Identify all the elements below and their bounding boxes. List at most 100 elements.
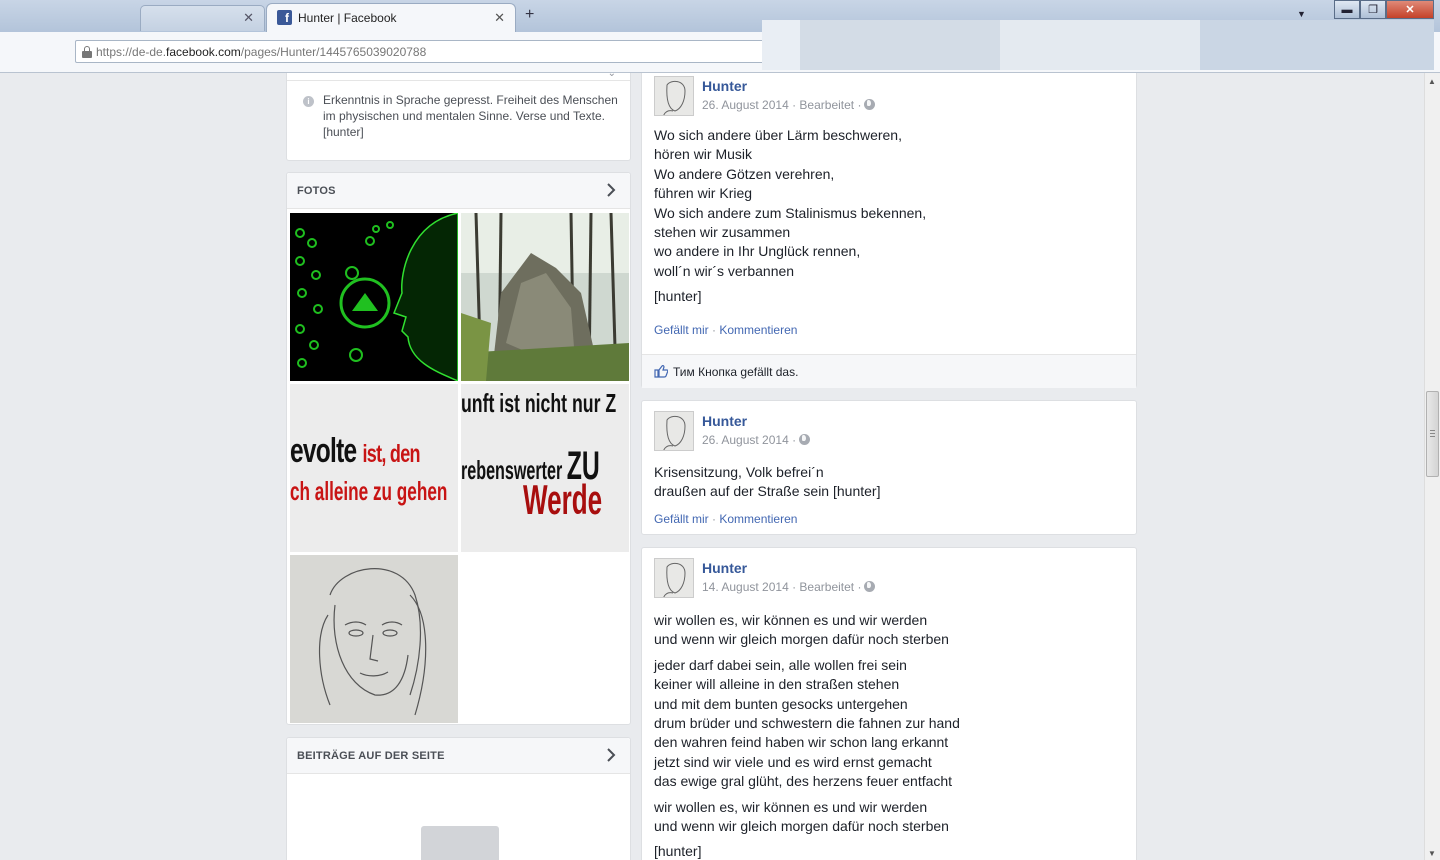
post-line: jetzt sind wir viele und es wird ernst g…: [654, 753, 932, 770]
url-path: /pages/Hunter/1445765039020788: [240, 45, 427, 59]
likes-bar: Тим Кнопка gefällt das.: [642, 354, 1136, 388]
facebook-favicon-icon: f: [277, 10, 292, 25]
post-line: den wahren feind haben wir schon lang er…: [654, 734, 949, 751]
page-posts-header[interactable]: BEITRÄGE AUF DER SEITE: [287, 738, 630, 774]
photo-thumbnail-revolte[interactable]: evolte ist, den ch alleine zu gehen: [290, 384, 458, 552]
redacted-region: [762, 20, 1434, 70]
maximize-button[interactable]: ❐: [1360, 0, 1386, 19]
post-line: das ewige gral glüht, des herzens feuer …: [654, 773, 953, 790]
window-controls: ▬ ❐ ✕: [1334, 0, 1435, 20]
photo-thumbnail-green-face[interactable]: [290, 213, 458, 381]
scroll-down-icon[interactable]: ▼: [1428, 849, 1436, 858]
chevron-down-icon[interactable]: ⌄: [608, 73, 616, 79]
timeline-post: Hunter 26. August 2014 · Krisensitzung, …: [641, 400, 1137, 535]
avatar[interactable]: [654, 558, 694, 598]
url-text: https://de-de.facebook.com/pages/Hunter/…: [96, 45, 426, 59]
rock-forest-image: [461, 213, 629, 381]
post-paragraph: [hunter]: [654, 842, 960, 860]
post-date[interactable]: 26. August 2014: [702, 98, 789, 112]
photos-header-label: FOTOS: [297, 185, 336, 197]
page-posts-card: BEITRÄGE AUF DER SEITE: [286, 737, 631, 860]
tab-list-dropdown-icon[interactable]: ▼: [1297, 9, 1306, 19]
post-author[interactable]: Hunter: [702, 560, 747, 576]
new-tab-button[interactable]: +: [525, 6, 534, 24]
url-domain: facebook.com: [166, 45, 241, 59]
pencil-portrait-image: [290, 555, 458, 723]
comment-link[interactable]: Kommentieren: [719, 512, 797, 526]
photo-text: evolte: [290, 432, 357, 470]
photo-thumbnail-vernunft[interactable]: unft ist nicht nur Z rebenswerter ZU Wer…: [461, 384, 629, 552]
avatar[interactable]: [654, 76, 694, 116]
page-scrollbar[interactable]: ▲ ▼: [1424, 73, 1440, 860]
post-paragraph: Krisensitzung, Volk befrei´n draußen auf…: [654, 463, 880, 502]
green-face-image: [290, 213, 458, 381]
tab-close-icon[interactable]: ✕: [494, 10, 505, 26]
timeline-post: Hunter 14. August 2014 · Bearbeitet · wi…: [641, 547, 1137, 860]
photo-thumbnail-rock-forest[interactable]: [461, 213, 629, 381]
like-link[interactable]: Gefällt mir: [654, 323, 709, 337]
post-line: wir wollen es, wir können es und wir wer…: [654, 612, 928, 628]
post-edited: ·: [792, 433, 797, 447]
post-line: Krisensitzung, Volk befrei´n: [654, 464, 824, 480]
post-paragraph: wir wollen es, wir können es und wir wer…: [654, 798, 960, 837]
post-line: führen wir Krieg: [654, 185, 753, 202]
post-body: Krisensitzung, Volk befrei´n draußen auf…: [654, 463, 880, 508]
post-meta: 26. August 2014 · Bearbeitet ·: [702, 98, 876, 112]
post-actions: Gefällt mir · Kommentieren: [654, 512, 797, 526]
about-card: ⌄ i Erkenntnis in Sprache gepresst. Frei…: [286, 73, 631, 161]
separator: ·: [712, 323, 717, 337]
post-paragraph: [hunter]: [654, 287, 926, 306]
browser-tab-inactive[interactable]: ✕: [140, 5, 265, 31]
quote-placeholder-icon: [421, 826, 499, 860]
globe-icon: [799, 434, 811, 445]
timeline-post: Hunter 26. August 2014 · Bearbeitet · Wo…: [641, 73, 1137, 388]
post-line: Wo sich andere über Lärm beschweren,: [654, 127, 902, 143]
photos-header[interactable]: FOTOS: [287, 173, 630, 209]
post-line: hören wir Musik: [654, 146, 753, 163]
post-line: und mit dem bunten gesocks untergehen: [654, 695, 908, 712]
post-author[interactable]: Hunter: [702, 78, 747, 94]
thumbs-up-icon: [654, 365, 668, 378]
globe-icon: [864, 99, 876, 110]
lock-icon: [82, 46, 92, 58]
like-link[interactable]: Gefällt mir: [654, 512, 709, 526]
scrollbar-thumb[interactable]: [1426, 391, 1439, 477]
post-edited: · Bearbeitet ·: [792, 98, 862, 112]
url-prefix: https://de-de.: [96, 45, 167, 59]
browser-tab-active[interactable]: f Hunter | Facebook ✕: [266, 3, 516, 32]
post-line: woll´n wir´s verbannen: [654, 262, 795, 279]
post-author[interactable]: Hunter: [702, 413, 747, 429]
post-line: keiner will alleine in den straßen stehe…: [654, 676, 900, 693]
post-line: und wenn wir gleich morgen dafür noch st…: [654, 818, 949, 835]
post-line: jeder darf dabei sein, alle wollen frei …: [654, 656, 907, 673]
avatar[interactable]: [654, 411, 694, 451]
page-viewport: ⌄ i Erkenntnis in Sprache gepresst. Frei…: [0, 73, 1424, 860]
scroll-up-icon[interactable]: ▲: [1428, 77, 1436, 86]
post-paragraph: Wo sich andere über Lärm beschweren, hör…: [654, 126, 926, 281]
post-paragraph: jeder darf dabei sein, alle wollen frei …: [654, 656, 960, 792]
post-body: Wo sich andere über Lärm beschweren, hör…: [654, 126, 926, 313]
minimize-button[interactable]: ▬: [1334, 0, 1360, 19]
post-line: Wo andere Götzen verehren,: [654, 165, 835, 182]
post-date[interactable]: 14. August 2014: [702, 580, 789, 594]
likes-text[interactable]: Тим Кнопка gefällt das.: [673, 365, 798, 379]
post-line: Wo sich andere zum Stalinismus bekennen,: [654, 204, 927, 221]
post-line: drum brüder und schwestern die fahnen zu…: [654, 715, 960, 732]
about-description: Erkenntnis in Sprache gepresst. Freiheit…: [323, 93, 618, 139]
info-icon: i: [303, 96, 314, 107]
comment-link[interactable]: Kommentieren: [719, 323, 797, 337]
chevron-right-icon[interactable]: [604, 180, 618, 200]
photo-text: ist, den: [362, 440, 421, 468]
post-meta: 26. August 2014 ·: [702, 433, 811, 447]
tab-title: Hunter | Facebook: [298, 11, 397, 25]
photos-card: FOTOS evolte ist, den ch alleine zu gehe…: [286, 172, 631, 725]
close-window-button[interactable]: ✕: [1386, 0, 1434, 19]
url-input[interactable]: https://de-de.facebook.com/pages/Hunter/…: [75, 40, 765, 63]
post-date[interactable]: 26. August 2014: [702, 433, 789, 447]
separator: ·: [712, 512, 717, 526]
post-line: draußen auf der Straße sein [hunter]: [654, 483, 881, 500]
photo-thumbnail-portrait[interactable]: [290, 555, 458, 723]
post-line: wir wollen es, wir können es und wir wer…: [654, 798, 928, 815]
chevron-right-icon[interactable]: [604, 745, 618, 765]
tab-close-icon[interactable]: ✕: [243, 10, 254, 26]
